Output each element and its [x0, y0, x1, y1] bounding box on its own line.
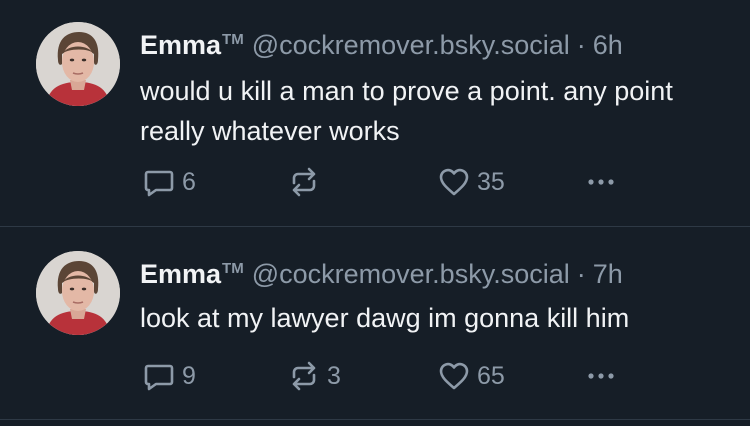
trademark-badge: TM [222, 31, 244, 48]
post-header: EmmaTM @cockremover.bsky.social · 6h [140, 29, 623, 66]
repost-button[interactable] [287, 162, 327, 202]
repost-count: 3 [327, 361, 341, 390]
author-handle[interactable]: @cockremover.bsky.social [252, 259, 570, 289]
avatar[interactable] [36, 22, 120, 106]
post-actions: 9 3 65 [140, 356, 640, 396]
reply-bubble-icon [144, 364, 174, 391]
post-item[interactable]: EmmaTM @cockremover.bsky.social · 7h look a… [0, 227, 750, 420]
reply-count: 6 [182, 167, 196, 196]
reply-bubble-icon [144, 170, 174, 197]
author-handle[interactable]: @cockremover.bsky.social [252, 30, 570, 60]
reply-count: 9 [182, 361, 196, 390]
post-text: look at my lawyer dawg im gonna kill him [140, 303, 630, 333]
reply-button[interactable]: 9 [142, 356, 196, 396]
like-count: 35 [477, 167, 505, 196]
post-text: would u kill a man to prove a point. any… [140, 76, 673, 146]
more-options-button[interactable] [584, 162, 618, 202]
author-name[interactable]: Emma [140, 259, 221, 289]
reply-button[interactable]: 6 [142, 162, 196, 202]
heart-icon [439, 362, 469, 390]
separator-dot: · [576, 259, 586, 289]
more-dots-icon [588, 179, 614, 185]
post-feed: EmmaTM @cockremover.bsky.social · 6h would … [0, 0, 750, 426]
post-header: EmmaTM @cockremover.bsky.social · 7h [140, 258, 623, 295]
repost-button[interactable]: 3 [287, 356, 341, 396]
post-item[interactable]: EmmaTM @cockremover.bsky.social · 6h would … [0, 0, 750, 227]
repost-icon [292, 167, 316, 197]
separator-dot: · [576, 30, 586, 60]
heart-icon [439, 168, 469, 196]
avatar-photo [36, 251, 120, 335]
like-button[interactable]: 65 [437, 356, 505, 396]
post-timestamp[interactable]: 7h [593, 259, 623, 289]
like-button[interactable]: 35 [437, 162, 505, 202]
avatar[interactable] [36, 251, 120, 335]
more-options-button[interactable] [584, 356, 618, 396]
avatar-photo [36, 22, 120, 106]
like-count: 65 [477, 361, 505, 390]
trademark-badge: TM [222, 260, 244, 277]
author-name[interactable]: Emma [140, 30, 221, 60]
post-timestamp[interactable]: 6h [593, 30, 623, 60]
more-dots-icon [588, 373, 614, 379]
repost-icon [292, 361, 316, 391]
post-actions: 6 35 [140, 162, 640, 202]
